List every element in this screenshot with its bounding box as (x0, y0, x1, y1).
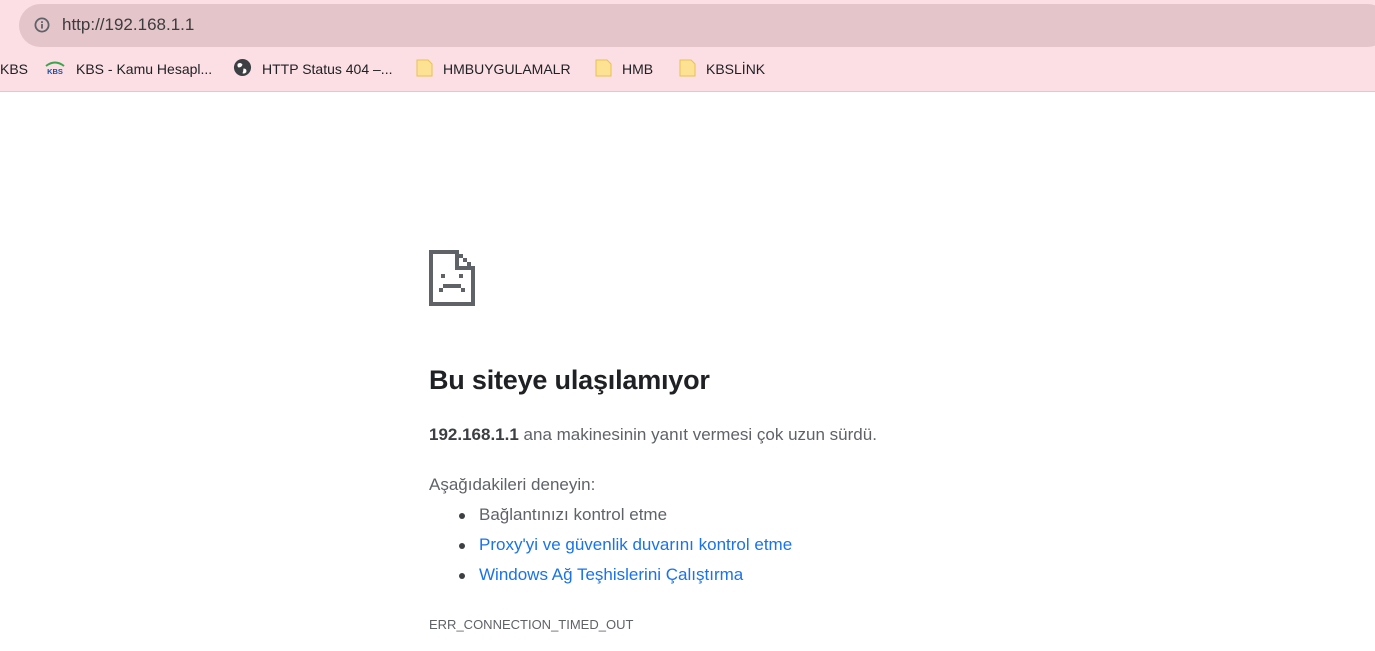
svg-text:KBS: KBS (47, 67, 63, 76)
bookmark-label: HMBUYGULAMALR (443, 61, 571, 77)
bookmark-kbs-kamu[interactable]: KBS KBS - Kamu Hesapl... (44, 57, 212, 81)
error-description: 192.168.1.1 ana makinesinin yanıt vermes… (429, 425, 877, 445)
address-bar[interactable]: http://192.168.1.1 (19, 4, 1375, 47)
suggestion-check-connection: Bağlantınızı kontrol etme (455, 503, 792, 533)
globe-icon (233, 58, 252, 80)
error-code: ERR_CONNECTION_TIMED_OUT (429, 617, 634, 632)
bookmarks-bar: KBS KBS KBS - Kamu Hesapl... HTTP Status… (0, 52, 1375, 86)
error-title: Bu siteye ulaşılamıyor (429, 365, 710, 395)
bookmark-label: KBS - Kamu Hesapl... (76, 61, 213, 77)
bookmark-folder-hmb[interactable]: HMB (595, 57, 653, 81)
bookmark-http-status[interactable]: HTTP Status 404 –... (233, 57, 392, 81)
browser-toolbar: http://192.168.1.1 KBS KBS KBS - Kamu He… (0, 0, 1375, 92)
bookmark-kbs[interactable]: KBS (0, 57, 28, 81)
suggestions-list: Bağlantınızı kontrol etme Proxy'yi ve gü… (455, 503, 792, 593)
bookmark-label: KBS (0, 61, 29, 77)
sad-page-icon (429, 250, 475, 306)
suggestion-run-diagnostics-link[interactable]: Windows Ağ Teşhislerini Çalıştırma (455, 563, 792, 593)
error-message: ana makinesinin yanıt vermesi çok uzun s… (518, 425, 877, 444)
folder-icon (595, 58, 612, 81)
bookmark-label: HMB (622, 61, 654, 77)
bookmark-label: HTTP Status 404 –... (262, 61, 393, 77)
error-host: 192.168.1.1 (429, 425, 519, 444)
url-text[interactable]: http://192.168.1.1 (62, 15, 194, 35)
kbs-logo-icon: KBS (44, 60, 66, 79)
folder-icon (416, 58, 433, 81)
suggestions-heading: Aşağıdakileri deneyin: (429, 475, 596, 494)
bookmark-folder-hmbuygulamalr[interactable]: HMBUYGULAMALR (416, 57, 571, 81)
suggestion-check-proxy-link[interactable]: Proxy'yi ve güvenlik duvarını kontrol et… (455, 533, 792, 563)
info-circle-icon[interactable] (34, 17, 50, 33)
folder-icon (679, 58, 696, 81)
bookmark-label: KBSLİNK (706, 61, 766, 77)
bookmark-folder-kbslink[interactable]: KBSLİNK (679, 57, 765, 81)
